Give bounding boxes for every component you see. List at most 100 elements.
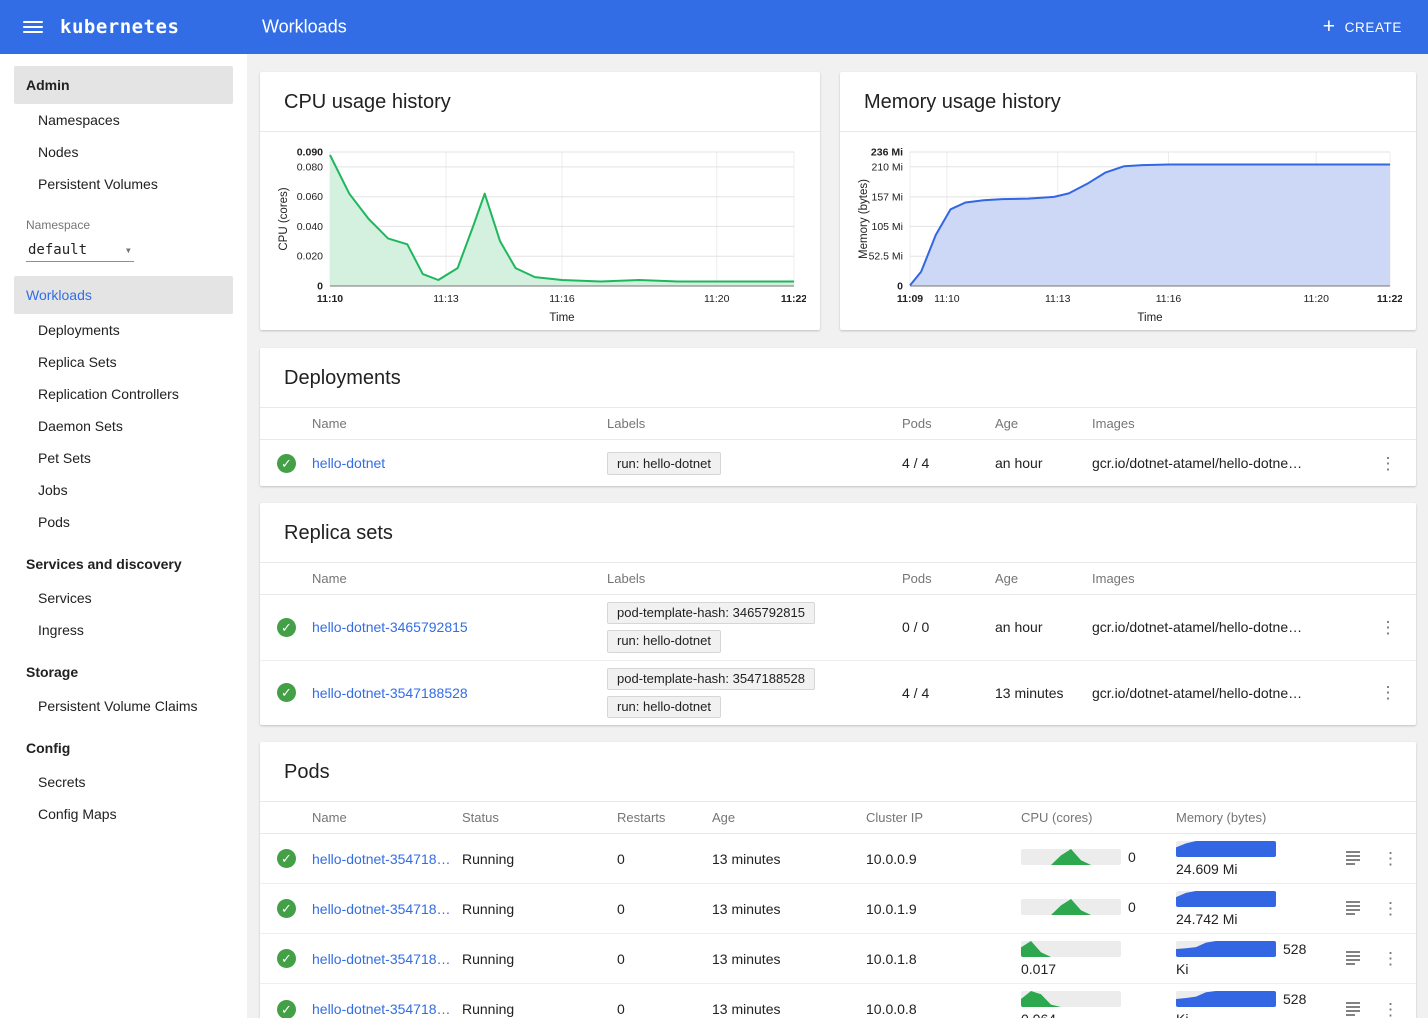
- table-row: ✓ hello-dotnet-354718… Running 0 13 minu…: [260, 934, 1416, 984]
- logs-icon[interactable]: [1344, 898, 1362, 919]
- sidebar-item-replication-controllers[interactable]: Replication Controllers: [0, 378, 247, 410]
- sidebar-item-storage[interactable]: Storage: [0, 654, 247, 690]
- svg-text:11:13: 11:13: [433, 293, 459, 305]
- sidebar-item-ingress[interactable]: Ingress: [0, 614, 247, 646]
- kubernetes-logo: kubernetes: [60, 16, 179, 38]
- table-row: ✓ hello-dotnet run: hello-dotnet 4 / 4 a…: [260, 440, 1416, 486]
- memory-usage-cell: 24.609 Mi: [1176, 841, 1344, 877]
- cpu-usage-cell: 0.017: [1021, 941, 1176, 977]
- kebab-menu-icon[interactable]: ⋮: [1382, 1000, 1399, 1018]
- create-button[interactable]: + CREATE: [1323, 18, 1402, 37]
- cpu-value: 0: [1128, 899, 1136, 915]
- sidebar-item-jobs[interactable]: Jobs: [0, 474, 247, 506]
- memory-usage-card: Memory usage history 236 Mi 210 Mi 157 Mi 1…: [840, 72, 1416, 330]
- kebab-menu-icon[interactable]: ⋮: [1380, 618, 1397, 637]
- svg-text:0: 0: [317, 281, 323, 293]
- sidebar-item-workloads[interactable]: Workloads: [14, 276, 233, 314]
- status-ok-icon: ✓: [277, 849, 296, 868]
- sidebar-item-services-and-discovery[interactable]: Services and discovery: [0, 546, 247, 582]
- memory-sparkline: [1176, 891, 1276, 907]
- memory-sparkline: [1176, 941, 1276, 957]
- sidebar-item-namespaces[interactable]: Namespaces: [0, 104, 247, 136]
- pod-status: Running: [462, 851, 617, 867]
- chevron-down-icon: ▾: [125, 243, 132, 257]
- cpu-value: 0: [1128, 849, 1136, 865]
- col-images: Images: [1092, 416, 1360, 431]
- memory-sparkline: [1176, 841, 1276, 857]
- replica-set-name-link[interactable]: hello-dotnet-3465792815: [312, 619, 468, 635]
- kebab-menu-icon[interactable]: ⋮: [1382, 849, 1399, 868]
- pod-name-link[interactable]: hello-dotnet-354718…: [312, 951, 451, 967]
- sidebar-item-nodes[interactable]: Nodes: [0, 136, 247, 168]
- pod-name-link[interactable]: hello-dotnet-354718…: [312, 901, 451, 917]
- sidebar-item-secrets[interactable]: Secrets: [0, 766, 247, 798]
- memory-usage-cell: 528 Ki: [1176, 941, 1344, 977]
- cpu-usage-card: CPU usage history 0.0900.0800.0600.0400.…: [260, 72, 820, 330]
- pods-count: 0 / 0: [902, 619, 995, 635]
- status-ok-icon: ✓: [277, 899, 296, 918]
- pods-title: Pods: [260, 742, 1416, 802]
- kebab-menu-icon[interactable]: ⋮: [1380, 683, 1397, 702]
- sidebar-item-replica-sets[interactable]: Replica Sets: [0, 346, 247, 378]
- svg-text:0.060: 0.060: [297, 191, 323, 203]
- cpu-usage-cell: 0: [1021, 899, 1176, 919]
- col-restarts: Restarts: [617, 810, 712, 825]
- pods-count: 4 / 4: [902, 455, 995, 471]
- sidebar-item-persistent-volumes[interactable]: Persistent Volumes: [0, 168, 247, 200]
- table-row: ✓ hello-dotnet-354718… Running 0 13 minu…: [260, 984, 1416, 1018]
- namespace-select[interactable]: default ▾: [26, 238, 134, 262]
- age-value: 13 minutes: [712, 1001, 866, 1017]
- svg-text:210 Mi: 210 Mi: [871, 161, 903, 173]
- svg-text:11:22: 11:22: [1377, 293, 1402, 305]
- cpu-sparkline: [1021, 941, 1121, 957]
- memory-chart-title: Memory usage history: [840, 72, 1416, 132]
- memory-value: Ki: [1176, 961, 1344, 977]
- kebab-menu-icon[interactable]: ⋮: [1380, 454, 1397, 473]
- pod-name-link[interactable]: hello-dotnet-354718…: [312, 851, 451, 867]
- namespace-selected-value: default: [28, 242, 87, 258]
- svg-text:157 Mi: 157 Mi: [871, 191, 903, 203]
- replica-sets-header-row: Name Labels Pods Age Images: [260, 563, 1416, 595]
- age-value: 13 minutes: [995, 685, 1092, 701]
- sidebar: Admin Namespaces Nodes Persistent Volume…: [0, 54, 247, 1018]
- status-ok-icon: ✓: [277, 1000, 296, 1018]
- sidebar-item-pet-sets[interactable]: Pet Sets: [0, 442, 247, 474]
- sidebar-item-daemon-sets[interactable]: Daemon Sets: [0, 410, 247, 442]
- kebab-menu-icon[interactable]: ⋮: [1382, 949, 1399, 968]
- sidebar-item-services[interactable]: Services: [0, 582, 247, 614]
- pod-status: Running: [462, 951, 617, 967]
- pods-count: 4 / 4: [902, 685, 995, 701]
- sidebar-item-pods[interactable]: Pods: [0, 506, 247, 538]
- svg-text:11:16: 11:16: [549, 293, 575, 305]
- replica-set-name-link[interactable]: hello-dotnet-3547188528: [312, 685, 468, 701]
- svg-text:11:16: 11:16: [1156, 293, 1182, 305]
- logs-icon[interactable]: [1344, 948, 1362, 969]
- sidebar-item-admin[interactable]: Admin: [14, 66, 233, 104]
- pod-restarts: 0: [617, 951, 712, 967]
- svg-text:105 Mi: 105 Mi: [871, 221, 903, 233]
- deployments-card: Deployments Name Labels Pods Age Images …: [260, 348, 1416, 486]
- cluster-ip-value: 10.0.1.9: [866, 901, 1021, 917]
- svg-text:52.5 Mi: 52.5 Mi: [869, 251, 903, 263]
- deployment-name-link[interactable]: hello-dotnet: [312, 455, 385, 471]
- logs-icon[interactable]: [1344, 999, 1362, 1018]
- cpu-sparkline: [1021, 849, 1121, 865]
- menu-icon[interactable]: [23, 21, 43, 33]
- svg-text:11:20: 11:20: [1303, 293, 1329, 305]
- logs-icon[interactable]: [1344, 848, 1362, 869]
- pod-status: Running: [462, 901, 617, 917]
- svg-text:0.040: 0.040: [297, 221, 323, 233]
- sidebar-item-deployments[interactable]: Deployments: [0, 314, 247, 346]
- sidebar-item-config[interactable]: Config: [0, 730, 247, 766]
- sidebar-item-config-maps[interactable]: Config Maps: [0, 798, 247, 830]
- memory-value: Ki: [1176, 1011, 1344, 1018]
- image-value: gcr.io/dotnet-atamel/hello-dotne…: [1092, 619, 1360, 635]
- sidebar-item-persistent-volume-claims[interactable]: Persistent Volume Claims: [0, 690, 247, 722]
- table-row: ✓ hello-dotnet-354718… Running 0 13 minu…: [260, 884, 1416, 934]
- svg-text:0.090: 0.090: [297, 147, 323, 159]
- svg-text:236 Mi: 236 Mi: [871, 147, 903, 159]
- kebab-menu-icon[interactable]: ⋮: [1382, 899, 1399, 918]
- pod-name-link[interactable]: hello-dotnet-354718…: [312, 1001, 451, 1017]
- col-labels: Labels: [607, 416, 902, 431]
- cluster-ip-value: 10.0.0.9: [866, 851, 1021, 867]
